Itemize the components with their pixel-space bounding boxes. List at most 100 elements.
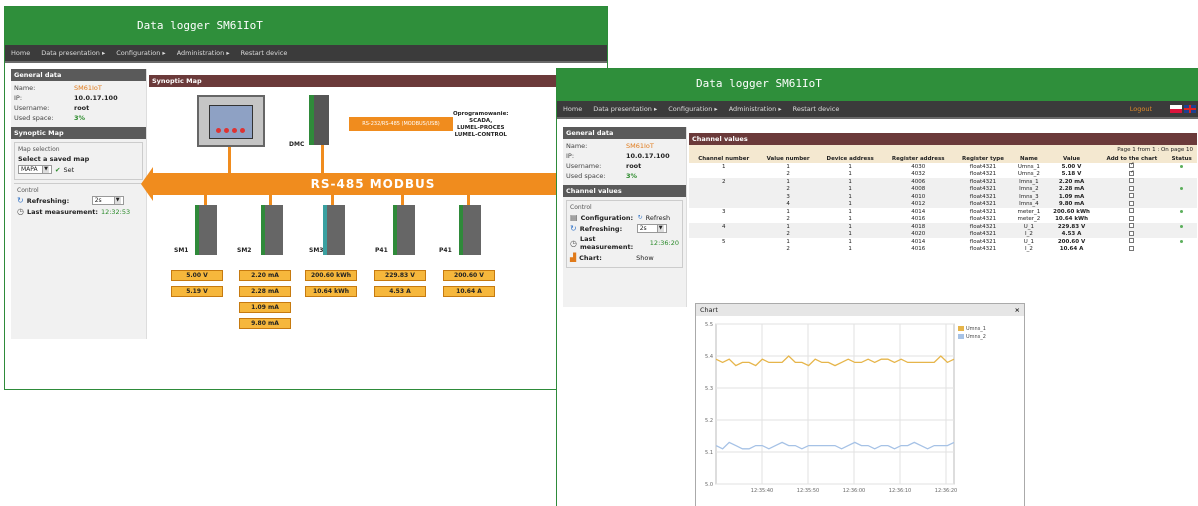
table-row: 3 1 1 4014 float4321 meter_1 200.60 kWh bbox=[689, 208, 1197, 216]
table-cell: U_1 bbox=[1011, 223, 1046, 231]
logout-link[interactable]: Logout bbox=[1130, 105, 1152, 113]
chart-checkbox-cell bbox=[1097, 200, 1167, 208]
add-to-chart-checkbox[interactable] bbox=[1129, 178, 1135, 183]
status-cell bbox=[1166, 185, 1197, 193]
chevron-down-icon: ▼ bbox=[42, 166, 49, 173]
add-to-chart-checkbox[interactable] bbox=[1129, 185, 1135, 191]
english-flag-icon[interactable] bbox=[1184, 105, 1196, 113]
table-cell: 10.64 A bbox=[1059, 246, 1084, 252]
table-cell: 1 bbox=[817, 223, 883, 231]
table-cell: 1 bbox=[758, 178, 818, 186]
dmc-bus-link bbox=[321, 145, 324, 173]
table-row: 3 1 4010 float4321 Imns_3 1.09 mA bbox=[689, 193, 1197, 201]
table-cell: 4 bbox=[758, 200, 818, 208]
add-to-chart-checkbox[interactable] bbox=[1129, 238, 1135, 243]
table-cell: 4032 bbox=[911, 171, 926, 177]
pager[interactable]: Page 1 from 1 : On page 10 bbox=[689, 145, 1197, 155]
table-cell: 200.60 kWh bbox=[1053, 208, 1090, 215]
table-row: 1 1 1 4030 float4321 Umns_1 5.00 V bbox=[689, 161, 1197, 171]
table-cell: 1.09 mA bbox=[1045, 193, 1098, 201]
table-cell bbox=[689, 185, 759, 193]
table-row: 5 1 1 4014 float4321 U_1 200.60 V bbox=[689, 238, 1197, 246]
map-select-value: MAPA bbox=[21, 166, 38, 173]
table-cell: 2.28 mA bbox=[1045, 185, 1098, 193]
username-label: Username: bbox=[14, 104, 50, 112]
table-cell: float4321 bbox=[953, 193, 1012, 201]
chart-show-link[interactable]: Show bbox=[636, 254, 654, 262]
menu-data-presentation[interactable]: Data presentation ▸ bbox=[41, 49, 105, 57]
content-title: Synoptic Map bbox=[149, 75, 607, 87]
p41-device-image bbox=[459, 205, 481, 255]
y-tick-label: 5.1 bbox=[705, 450, 713, 456]
refresh-interval-select[interactable]: 2s ▼ bbox=[91, 196, 124, 205]
column-header: Register type bbox=[953, 155, 1012, 163]
table-cell: 4030 bbox=[911, 163, 926, 170]
bus-link bbox=[204, 195, 207, 205]
table-cell bbox=[689, 216, 758, 224]
sidebar: General data Name: SM61IoT IP: 10.0.17.100… bbox=[563, 127, 687, 307]
refresh-link[interactable]: Refresh bbox=[646, 214, 671, 222]
polish-flag-icon[interactable] bbox=[1170, 105, 1182, 113]
dmc-label: DMC bbox=[289, 141, 305, 148]
y-tick-label: 5.5 bbox=[705, 322, 713, 328]
menu-restart-device[interactable]: Restart device bbox=[793, 105, 840, 113]
add-to-chart-checkbox[interactable] bbox=[1129, 245, 1135, 251]
last-measurement-value: 12:32:53 bbox=[100, 207, 131, 216]
language-flags bbox=[1170, 105, 1196, 113]
add-to-chart-checkbox[interactable] bbox=[1129, 230, 1135, 236]
map-selection-group: Map selection Select a saved map MAPA ▼ … bbox=[14, 142, 143, 180]
refresh-icon: ↻ bbox=[570, 224, 577, 233]
control-legend: Control bbox=[17, 187, 39, 194]
add-to-chart-checkbox[interactable] bbox=[1129, 200, 1135, 206]
menu-configuration[interactable]: Configuration ▸ bbox=[116, 49, 165, 57]
table-cell: float4321 bbox=[969, 238, 997, 245]
menu-home[interactable]: Home bbox=[11, 49, 30, 57]
table-row: 2 1 4008 float4321 Imns_2 2.28 mA bbox=[689, 185, 1197, 193]
menu-configuration[interactable]: Configuration ▸ bbox=[668, 105, 717, 113]
refresh-interval-select[interactable]: 2s ▼ bbox=[636, 224, 667, 233]
add-to-chart-checkbox[interactable] bbox=[1129, 193, 1135, 198]
menu-restart-device[interactable]: Restart device bbox=[241, 49, 288, 57]
status-cell bbox=[1166, 230, 1197, 238]
table-cell: 1 bbox=[786, 208, 790, 215]
table-cell: 1 bbox=[786, 163, 790, 170]
ip-value: 10.0.17.100 bbox=[626, 152, 670, 160]
sm2-device-image bbox=[261, 205, 283, 255]
username-value: root bbox=[626, 162, 642, 170]
sm1-device-image bbox=[195, 205, 217, 255]
menu-administration[interactable]: Administration ▸ bbox=[729, 105, 782, 113]
table-row: 4 1 1 4018 float4321 U_1 229.83 V bbox=[689, 223, 1197, 231]
name-label: Name: bbox=[14, 84, 36, 92]
column-header: Status bbox=[1166, 155, 1197, 163]
chart-checkbox-cell bbox=[1097, 178, 1167, 186]
table-cell: Umns_1 bbox=[1017, 163, 1040, 170]
menu-data-presentation[interactable]: Data presentation ▸ bbox=[593, 105, 657, 113]
set-button[interactable]: Set bbox=[63, 166, 74, 174]
bus-link bbox=[467, 195, 470, 205]
table-cell: 4006 bbox=[882, 178, 954, 186]
close-icon[interactable]: × bbox=[1015, 306, 1020, 314]
table-cell: 4016 bbox=[911, 246, 926, 252]
menu-home[interactable]: Home bbox=[563, 105, 582, 113]
add-to-chart-checkbox[interactable] bbox=[1129, 161, 1135, 168]
table-cell: 1 bbox=[817, 185, 883, 193]
map-select[interactable]: MAPA ▼ bbox=[18, 165, 52, 174]
menu-administration[interactable]: Administration ▸ bbox=[177, 49, 230, 57]
device-label: P41 bbox=[439, 247, 452, 254]
table-cell: Imns_2 bbox=[1011, 185, 1046, 193]
status-cell bbox=[1166, 238, 1197, 246]
add-to-chart-checkbox[interactable] bbox=[1129, 215, 1135, 221]
synoptic-map: DMC RS-232/RS-485 (MODBUS/USB) Oprogramo… bbox=[141, 87, 607, 339]
table-cell: 1 bbox=[786, 238, 790, 245]
add-to-chart-checkbox[interactable] bbox=[1129, 169, 1135, 176]
device-value: 2.28 mA bbox=[239, 286, 291, 297]
table-row: 2 1 4016 float4321 meter_2 10.64 kWh bbox=[689, 215, 1197, 224]
legend-swatch bbox=[958, 326, 964, 331]
chart-window[interactable]: Chart × 5.5 5.4 5.3 5.2 5.1 5.0 12:35:40 12:35:… bbox=[695, 303, 1025, 506]
general-data-header: General data bbox=[563, 127, 686, 139]
p41-device-image bbox=[393, 205, 415, 255]
add-to-chart-checkbox[interactable] bbox=[1129, 208, 1135, 213]
table-header: Channel number Value number Device address… bbox=[689, 155, 1197, 163]
add-to-chart-checkbox[interactable] bbox=[1129, 223, 1135, 228]
username-value: root bbox=[74, 104, 90, 112]
